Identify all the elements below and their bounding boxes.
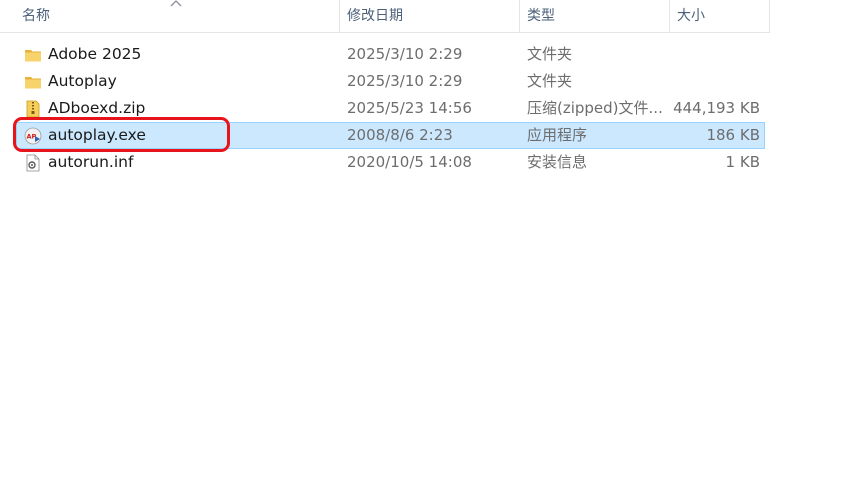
column-divider[interactable]: [519, 0, 520, 32]
column-header-type[interactable]: 类型: [527, 0, 555, 32]
folder-icon: [25, 50, 41, 62]
file-name: ADboexd.zip: [48, 99, 146, 117]
file-size: 444,193 KB: [673, 99, 760, 117]
file-modified-date: 2020/10/5 14:08: [347, 153, 472, 171]
file-name: Autoplay: [48, 72, 117, 90]
file-row-autoplay-folder[interactable]: Autoplay 2025/3/10 2:29 文件夹: [16, 68, 765, 95]
zip-archive-icon: [26, 100, 40, 118]
file-row-adobe-2025[interactable]: Adobe 2025 2025/3/10 2:29 文件夹: [16, 41, 765, 68]
file-row-autorun-inf[interactable]: autorun.inf 2020/10/5 14:08 安装信息 1 KB: [16, 149, 765, 176]
file-row-autoplay-exe[interactable]: AP autoplay.exe 2008/8/6 2:23 应用程序 186 K…: [16, 122, 765, 149]
column-header-name[interactable]: 名称: [22, 0, 50, 32]
folder-icon: [25, 77, 41, 89]
application-exe-icon: AP: [24, 127, 42, 145]
file-name: autorun.inf: [48, 153, 134, 171]
file-type: 压缩(zipped)文件...: [527, 99, 663, 117]
file-size: 186 KB: [706, 126, 760, 144]
file-modified-date: 2008/8/6 2:23: [347, 126, 453, 144]
column-divider[interactable]: [769, 0, 770, 32]
column-header-size[interactable]: 大小: [677, 0, 705, 32]
file-size: [667, 42, 760, 67]
file-modified-date: 2025/3/10 2:29: [347, 72, 463, 90]
file-modified-date: 2025/3/10 2:29: [347, 45, 463, 63]
column-divider[interactable]: [339, 0, 340, 32]
file-type: 安装信息: [527, 153, 588, 171]
file-name: Adobe 2025: [48, 45, 142, 63]
setup-info-file-icon: [26, 154, 40, 172]
file-row-adboexd-zip[interactable]: ADboexd.zip 2025/5/23 14:56 压缩(zipped)文件…: [16, 95, 765, 122]
column-divider[interactable]: [669, 0, 670, 32]
sort-ascending-icon: [170, 0, 182, 7]
file-type: 文件夹: [527, 45, 573, 63]
column-header-bar: 名称 修改日期 类型 大小: [0, 0, 770, 33]
file-size: [667, 69, 760, 94]
file-type: 应用程序: [527, 126, 588, 144]
file-modified-date: 2025/5/23 14:56: [347, 99, 472, 117]
file-size: 1 KB: [725, 153, 760, 171]
file-type: 文件夹: [527, 72, 573, 90]
column-header-modified[interactable]: 修改日期: [347, 0, 403, 32]
file-name: autoplay.exe: [48, 126, 146, 144]
